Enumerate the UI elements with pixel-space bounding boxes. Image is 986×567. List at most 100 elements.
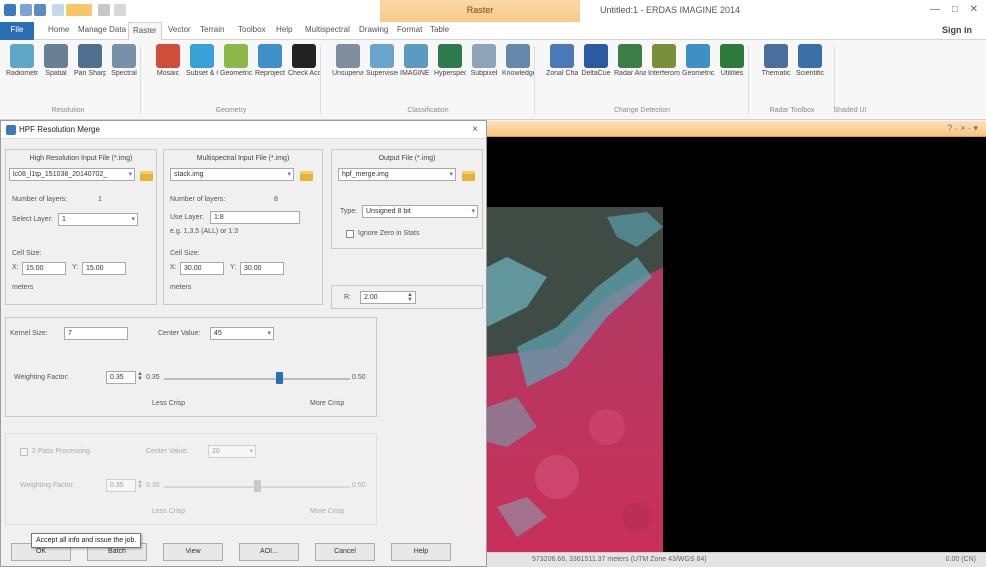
ribbon-button-radar[interactable]: Radar Analyst [614, 44, 646, 78]
use-layer-field[interactable]: 1:8 [210, 211, 300, 224]
ribbon-button-reproject[interactable]: Reproject [254, 44, 286, 78]
tab-terrain[interactable]: Terrain [200, 25, 224, 34]
spinner-icon[interactable]: ▲ ▼ [407, 292, 413, 303]
title-bar: Raster Untitled:1 - ERDAS IMAGINE 2014 —… [0, 0, 986, 22]
ribbon-button-zonal-change[interactable]: Zonal Change [546, 44, 578, 78]
two-pass-label: 2 Pass Processing [32, 448, 90, 455]
undo-icon[interactable] [52, 4, 64, 16]
chevron-down-icon[interactable]: ▾ [471, 207, 475, 215]
two-pass-weighting-field[interactable]: 0.35 [106, 479, 136, 492]
ribbon-button-hyperspectral[interactable]: Hyperspectral [434, 44, 466, 78]
customize-qat-icon[interactable] [114, 4, 126, 16]
chevron-down-icon[interactable]: ▾ [267, 329, 271, 337]
aoi-button[interactable]: AOI... [239, 543, 299, 561]
tab-multispectral[interactable]: Multispectral [305, 25, 350, 34]
ribbon-button-radiometric[interactable]: Radiometric [6, 44, 38, 78]
multispectral-x-field[interactable]: 30.00 [180, 262, 224, 275]
ribbon-button-scientific[interactable]: Scientific [794, 44, 826, 78]
tab-format[interactable]: Format [397, 25, 422, 34]
chevron-down-icon[interactable]: ▾ [449, 170, 453, 178]
ribbon-button-subset[interactable]: Subset & Chip [186, 44, 218, 78]
ribbon-button-knowledge[interactable]: Knowledge Engineer [502, 44, 534, 78]
multispectral-file-input[interactable]: stack.img ▾ [170, 168, 294, 181]
dialog-close-button[interactable]: × [472, 124, 478, 135]
two-pass-weighting-label: Weighting Factor: [20, 482, 75, 489]
ribbon-button-unsupervised[interactable]: Unsupervised [332, 44, 364, 78]
close-button[interactable]: ✕ [970, 4, 978, 15]
ribbon-button-pan-sharpen[interactable]: Pan Sharpen [74, 44, 106, 78]
chevron-down-icon[interactable]: ▾ [249, 447, 253, 455]
output-type-dropdown[interactable]: Unsigned 8 bit ▾ [362, 205, 478, 218]
ribbon-button-label: Spatial [45, 70, 67, 77]
open-icon[interactable] [20, 4, 32, 16]
image-viewer[interactable] [487, 137, 986, 552]
sign-in-link[interactable]: Sign in [942, 25, 972, 35]
open-folder-icon[interactable] [462, 171, 475, 181]
cancel-button[interactable]: Cancel [315, 543, 375, 561]
less-crisp-label: Less Crisp [152, 400, 186, 407]
ratio-value: 2.00 [364, 294, 378, 301]
ribbon-button-supervised[interactable]: Supervised [366, 44, 398, 78]
tab-table[interactable]: Table [430, 25, 449, 34]
ribbon-button-deltacue[interactable]: DeltaCue [580, 44, 612, 78]
spinner-icon[interactable]: ▲ ▼ [137, 371, 143, 382]
save-icon[interactable] [34, 4, 46, 16]
chevron-down-icon[interactable]: ▾ [287, 170, 291, 178]
view-button[interactable]: View [163, 543, 223, 561]
minimize-button[interactable]: — [930, 4, 940, 15]
open-folder-icon[interactable] [300, 171, 313, 181]
spinner-icon[interactable]: ▲ ▼ [137, 479, 143, 490]
tab-help[interactable]: Help [276, 25, 292, 34]
viewer-controls[interactable]: ? · × · ▾ [947, 123, 978, 134]
chevron-down-icon[interactable]: ▾ [131, 215, 135, 223]
two-pass-slider-thumb[interactable] [254, 480, 261, 492]
output-file-input[interactable]: hpf_merge.img ▾ [338, 168, 456, 181]
tab-manage-data[interactable]: Manage Data [78, 25, 126, 34]
select-layer-label: Select Layer: [12, 216, 53, 223]
ribbon-button-thematic[interactable]: Thematic [760, 44, 792, 78]
ribbon-button-label: Radiometric [6, 70, 38, 77]
weighting-slider-track[interactable] [164, 378, 350, 380]
ribbon-button-check-accuracy[interactable]: Check Accuracy [288, 44, 320, 78]
chevron-down-icon[interactable]: ▾ [128, 170, 132, 178]
tab-raster[interactable]: Raster [128, 22, 162, 41]
ribbon-button-subpixel[interactable]: Subpixel [468, 44, 500, 78]
tab-toolbox[interactable]: Toolbox [238, 25, 266, 34]
tab-home[interactable]: Home [48, 25, 69, 34]
select-layer-dropdown[interactable]: 1 ▾ [58, 213, 138, 226]
ribbon-button-mosaic[interactable]: Mosaic [152, 44, 184, 78]
weighting-slider-thumb[interactable] [276, 372, 284, 384]
ribbon-group-separator [748, 46, 749, 114]
ribbon-button-objective[interactable]: IMAGINE Objective [400, 44, 432, 78]
ignore-zero-checkbox[interactable] [346, 230, 354, 238]
tab-vector[interactable]: Vector [168, 25, 191, 34]
high-res-file-input[interactable]: lc08_l1tp_151038_20140702_ ▾ [9, 168, 135, 181]
tab-drawing[interactable]: Drawing [359, 25, 388, 34]
ribbon-button-interferometry[interactable]: Interferometry [648, 44, 680, 78]
ribbon-button-spatial[interactable]: Spatial [40, 44, 72, 78]
high-res-y-field[interactable]: 15.00 [82, 262, 126, 275]
help-button[interactable]: Help [391, 543, 451, 561]
center-value-dropdown[interactable]: 45 ▾ [210, 327, 274, 340]
redo-icon[interactable] [98, 4, 110, 16]
use-layer-label: Use Layer: [170, 214, 204, 221]
quick-access-dropdown-icon[interactable] [66, 4, 92, 16]
kernel-size-field[interactable]: 7 [64, 327, 128, 340]
weighting-factor-field[interactable]: 0.35 [106, 371, 136, 384]
open-folder-icon[interactable] [140, 171, 153, 181]
multispectral-y-field[interactable]: 30.00 [240, 262, 284, 275]
tab-file[interactable]: File [0, 22, 34, 40]
ribbon-button-spectral[interactable]: Spectral [108, 44, 140, 78]
ratio-field[interactable]: 2.00 ▲ ▼ [360, 291, 416, 304]
two-pass-checkbox[interactable] [20, 448, 28, 456]
two-pass-center-dropdown[interactable]: 20 ▾ [208, 445, 256, 458]
output-title: Output File (*.img) [378, 155, 436, 162]
ribbon-button-geometric-tools[interactable]: Geometric Tools [682, 44, 714, 78]
high-res-x-field[interactable]: 15.00 [22, 262, 66, 275]
check-accuracy-icon [292, 44, 316, 68]
dialog-title: HPF Resolution Merge [19, 125, 100, 134]
ribbon-button-geometric-calibration[interactable]: Geometric Calibration [220, 44, 252, 78]
maximize-button[interactable]: □ [952, 4, 958, 15]
ribbon-group-separator [534, 46, 535, 114]
ribbon-button-utilities[interactable]: Utilities [716, 44, 748, 78]
